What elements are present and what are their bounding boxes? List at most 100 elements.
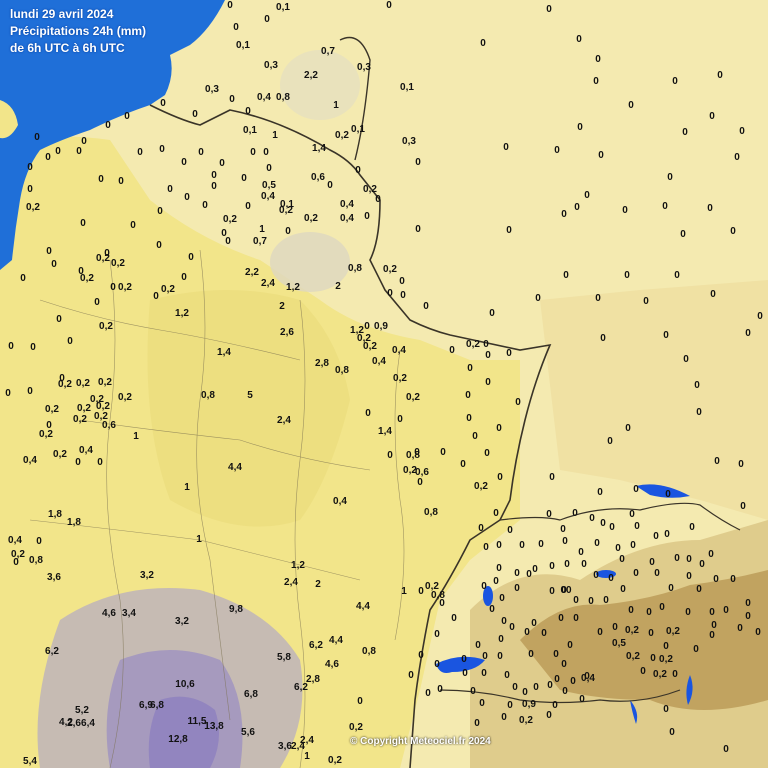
precip-value: 0: [570, 676, 576, 687]
precip-value: 2,4: [261, 278, 275, 289]
precip-value: 0,2: [80, 273, 94, 284]
map-variable: Précipitations 24h (mm): [10, 24, 147, 38]
precip-value: 0: [483, 339, 489, 350]
precip-value: 0: [595, 54, 601, 65]
precip-value: 0: [595, 293, 601, 304]
precip-value: 0: [36, 536, 42, 547]
precip-value: 0: [608, 573, 614, 584]
precip-value: 0: [560, 524, 566, 535]
precip-value: 0: [717, 70, 723, 81]
precip-value: 0: [573, 613, 579, 624]
precip-value: 0: [480, 38, 486, 49]
precip-value: 0,4: [79, 445, 93, 456]
precip-value: 0: [562, 536, 568, 547]
precip-value: 0: [75, 457, 81, 468]
precip-value: 0: [437, 684, 443, 695]
precip-value: 0: [472, 431, 478, 442]
precip-value: 0: [633, 484, 639, 495]
precip-value: 0: [497, 651, 503, 662]
precip-value: 0: [484, 448, 490, 459]
precip-value: 2,4: [284, 577, 298, 588]
precip-value: 0: [515, 397, 521, 408]
precip-value: 4,6: [102, 608, 116, 619]
precip-value: 0: [357, 696, 363, 707]
precip-value: 0: [572, 508, 578, 519]
precip-value: 0,2: [659, 654, 673, 665]
precip-value: 1: [196, 534, 202, 545]
precip-value: 0: [620, 584, 626, 595]
precip-value: 0: [663, 330, 669, 341]
precip-value: 12,8: [168, 734, 188, 745]
precip-value: 0: [192, 109, 198, 120]
precip-value: 0: [577, 122, 583, 133]
precipitation-map: lundi 29 avril 2024 Précipitations 24h (…: [0, 0, 768, 768]
precip-value: 0,2: [45, 404, 59, 415]
precip-value: 0: [646, 607, 652, 618]
precip-value: 0: [514, 583, 520, 594]
precip-value: 0: [496, 563, 502, 574]
precip-value: 0: [669, 727, 675, 738]
precip-value: 0: [738, 459, 744, 470]
precip-value: 0: [672, 76, 678, 87]
precip-value: 0,2: [111, 258, 125, 269]
precip-value: 0: [629, 509, 635, 520]
precip-value: 0: [27, 184, 33, 195]
precip-value: 0: [449, 345, 455, 356]
precip-value: 1: [184, 482, 190, 493]
precip-value: 0: [118, 176, 124, 187]
precip-value: 0: [598, 150, 604, 161]
precip-value: 0,2: [335, 130, 349, 141]
precip-value: 0: [202, 200, 208, 211]
precip-value: 0: [506, 225, 512, 236]
precip-value: 0,7: [253, 236, 267, 247]
precip-value: 0: [594, 538, 600, 549]
precip-value: 4,4: [329, 635, 343, 646]
precip-value: 0: [56, 314, 62, 325]
precip-value: 0: [573, 595, 579, 606]
precip-value: 0: [597, 627, 603, 638]
precip-value: 0: [98, 174, 104, 185]
precip-value: 0: [730, 574, 736, 585]
precip-value: 0: [408, 670, 414, 681]
precip-value: 6,2: [45, 646, 59, 657]
precip-value: 0: [462, 668, 468, 679]
precip-value: 0: [709, 111, 715, 122]
precip-value: 0,4: [340, 213, 354, 224]
precip-value: 9,8: [229, 604, 243, 615]
precip-value: 3,2: [140, 570, 154, 581]
precip-value: 0: [496, 540, 502, 551]
precip-value: 0: [80, 218, 86, 229]
precip-value: 6,8: [244, 689, 258, 700]
precip-value: 6,2: [309, 640, 323, 651]
precip-value: 1,8: [48, 509, 62, 520]
precip-value: 0,2: [653, 669, 667, 680]
precip-value: 0: [418, 586, 424, 597]
precip-value: 0: [105, 120, 111, 131]
precip-value: 0: [434, 629, 440, 640]
precip-value: 1,2: [286, 282, 300, 293]
precip-value: 0,2: [77, 403, 91, 414]
precip-value: 0: [465, 390, 471, 401]
precip-value: 0: [97, 457, 103, 468]
precip-value: 0: [665, 489, 671, 500]
precip-value: 6,2: [294, 682, 308, 693]
precip-value: 0: [461, 654, 467, 665]
precip-value: 0: [593, 570, 599, 581]
precip-value: 0: [481, 581, 487, 592]
precip-value: 2,6: [280, 327, 294, 338]
precip-value: 0,8: [406, 450, 420, 461]
precip-value: 0: [489, 308, 495, 319]
precip-value: 0,6: [102, 420, 116, 431]
precip-value: 2,8: [306, 674, 320, 685]
precip-value: 1: [304, 751, 310, 762]
precip-value: 0,2: [383, 264, 397, 275]
precip-value: 0: [245, 201, 251, 212]
precip-value: 0: [418, 650, 424, 661]
precip-value: 0: [481, 668, 487, 679]
precip-value: 0: [229, 94, 235, 105]
precip-value: 0: [584, 190, 590, 201]
map-title-block: lundi 29 avril 2024 Précipitations 24h (…: [10, 6, 146, 57]
precip-value: 0: [386, 0, 392, 11]
precip-value: 0,2: [279, 205, 293, 216]
precip-value: 0,2: [118, 282, 132, 293]
